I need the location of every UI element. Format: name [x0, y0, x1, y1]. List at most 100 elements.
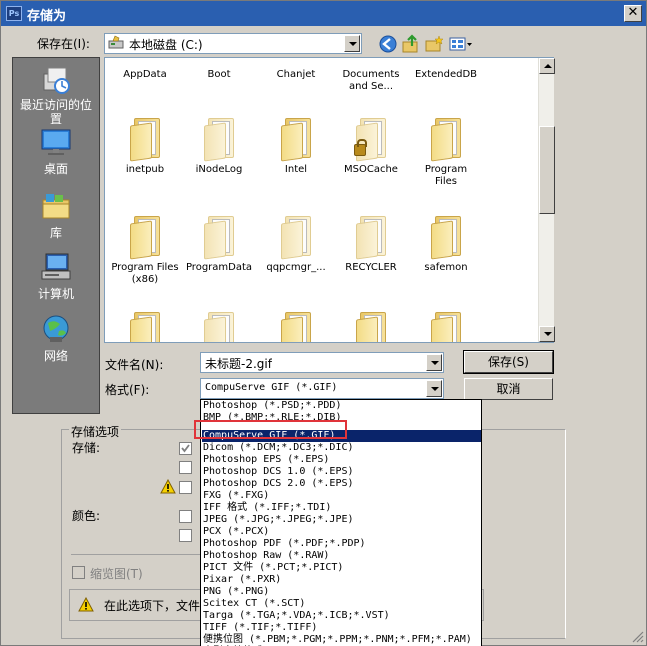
scroll-down-button[interactable]	[539, 326, 555, 342]
scroll-up-button[interactable]	[539, 58, 555, 74]
window-title: 存储为	[27, 9, 67, 24]
place-desktop[interactable]: 桌面	[13, 126, 99, 177]
format-option[interactable]: TIFF (*.TIF;*.TIFF)	[202, 622, 481, 634]
place-recent[interactable]: 最近访问的位置	[13, 64, 99, 126]
folder-icon	[202, 312, 236, 342]
cancel-button[interactable]: 取消	[464, 378, 553, 400]
folder-icon	[354, 216, 388, 260]
folder-item[interactable]: ProgramData	[179, 216, 259, 274]
file-name: Intel	[284, 164, 308, 175]
format-select[interactable]: CompuServe GIF (*.GIF)	[200, 378, 444, 399]
resize-grip-icon[interactable]	[630, 629, 644, 643]
folder-item[interactable]: Intel	[256, 118, 336, 176]
folder-item[interactable]: qqpcmgr_...	[256, 216, 336, 274]
folder-item[interactable]	[105, 312, 185, 342]
folder-item[interactable]: safemon	[406, 216, 486, 274]
format-dropdown-button[interactable]	[426, 380, 442, 397]
filename-label: 文件名(N):	[105, 358, 164, 372]
place-computer[interactable]: 计算机	[13, 251, 99, 302]
file-item[interactable]: Chanjet	[256, 69, 336, 81]
folder-item[interactable]	[331, 312, 411, 342]
save-in-value: 本地磁盘 (C:)	[129, 38, 203, 52]
format-option[interactable]: Scitex CT (*.SCT)	[202, 598, 481, 610]
folder-icon	[429, 118, 463, 162]
file-item[interactable]: Documents and Se...	[331, 69, 411, 93]
file-name: MSOCache	[344, 164, 398, 175]
locked-folder-icon	[354, 118, 388, 162]
format-option[interactable]: PNG (*.PNG)	[202, 586, 481, 598]
format-option[interactable]: Photoshop DCS 1.0 (*.EPS)	[202, 466, 481, 478]
file-list[interactable]: AppData Boot Chanjet Documents and Se...…	[104, 57, 554, 343]
format-option[interactable]: Targa (*.TGA;*.VDA;*.ICB;*.VST)	[202, 610, 481, 622]
save-checkbox-2[interactable]	[179, 461, 192, 474]
format-option[interactable]: Photoshop EPS (*.EPS)	[202, 454, 481, 466]
filename-dropdown-button[interactable]	[426, 354, 442, 371]
color-checkbox-2[interactable]	[179, 529, 192, 542]
file-name: Program Files (x86)	[111, 262, 179, 285]
format-option[interactable]: FXG (*.FXG)	[202, 490, 481, 502]
libraries-icon	[40, 190, 72, 222]
place-desktop-label: 桌面	[43, 162, 68, 176]
format-option[interactable]: JPEG (*.JPG;*.JPEG;*.JPE)	[202, 514, 481, 526]
format-option[interactable]: Pixar (*.PXR)	[202, 574, 481, 586]
folder-item[interactable]: MSOCache	[331, 118, 411, 176]
file-name: AppData	[123, 69, 167, 80]
save-checkbox-3[interactable]	[179, 481, 192, 494]
file-name: Chanjet	[276, 69, 316, 80]
file-name: ProgramData	[185, 262, 253, 273]
format-value: CompuServe GIF (*.GIF)	[205, 382, 338, 393]
file-item[interactable]: Boot	[179, 69, 259, 81]
folder-icon	[279, 216, 313, 260]
filename-value: 未标题-2.gif	[205, 357, 272, 371]
view-menu-icon[interactable]	[448, 34, 474, 54]
folder-item[interactable]: Program Files	[406, 118, 486, 188]
format-option[interactable]: Photoshop (*.PSD;*.PDD)	[202, 400, 481, 412]
folder-item[interactable]	[179, 312, 259, 342]
file-name: Documents and Se...	[342, 69, 400, 92]
file-name: ExtendedDB	[414, 69, 478, 80]
title-bar[interactable]: Ps 存储为 ✕	[1, 1, 646, 26]
filename-input[interactable]: 未标题-2.gif	[200, 352, 444, 373]
up-folder-icon[interactable]	[401, 34, 421, 54]
folder-item[interactable]	[256, 312, 336, 342]
file-list-scrollbar[interactable]	[538, 58, 555, 342]
save-checkbox-1[interactable]	[179, 442, 192, 455]
folder-item[interactable]: RECYCLER	[331, 216, 411, 274]
format-option[interactable]: 便携位图 (*.PBM;*.PGM;*.PPM;*.PNM;*.PFM;*.PA…	[202, 634, 481, 646]
format-option[interactable]: Photoshop DCS 2.0 (*.EPS)	[202, 478, 481, 490]
place-computer-label: 计算机	[37, 287, 74, 301]
file-item[interactable]: AppData	[105, 69, 185, 81]
place-libraries[interactable]: 库	[13, 190, 99, 241]
format-option[interactable]: Dicom (*.DCM;*.DC3;*.DIC)	[202, 442, 481, 454]
save-in-dropdown-button[interactable]	[344, 35, 360, 52]
file-item[interactable]: ExtendedDB	[406, 69, 486, 81]
color-checkbox-1[interactable]	[179, 510, 192, 523]
place-network[interactable]: 网络	[13, 313, 99, 364]
folder-icon	[128, 312, 162, 342]
scroll-thumb[interactable]	[539, 126, 555, 214]
highlight-annotation-box	[194, 420, 347, 439]
back-icon[interactable]	[378, 34, 398, 54]
format-option[interactable]: Photoshop PDF (*.PDF;*.PDP)	[202, 538, 481, 550]
folder-item[interactable]	[406, 312, 486, 342]
folder-item[interactable]: inetpub	[105, 118, 185, 176]
file-name: RECYCLER	[345, 262, 397, 273]
close-button[interactable]: ✕	[624, 5, 642, 22]
file-name: Program Files	[424, 164, 468, 187]
place-network-label: 网络	[43, 349, 68, 363]
folder-icon	[128, 216, 162, 260]
format-option[interactable]: PICT 文件 (*.PCT;*.PICT)	[202, 562, 481, 574]
save-in-combo[interactable]: 本地磁盘 (C:)	[104, 33, 362, 54]
format-option[interactable]: PCX (*.PCX)	[202, 526, 481, 538]
folder-item[interactable]: iNodeLog	[179, 118, 259, 176]
new-folder-icon[interactable]	[424, 34, 444, 54]
format-option[interactable]: IFF 格式 (*.IFF;*.TDI)	[202, 502, 481, 514]
folder-item[interactable]: Program Files (x86)	[105, 216, 185, 286]
format-option[interactable]: Photoshop Raw (*.RAW)	[202, 550, 481, 562]
folder-icon	[429, 216, 463, 260]
save-label: 存储:	[72, 441, 101, 455]
color-label: 颜色:	[72, 509, 101, 523]
thumbnail-checkbox[interactable]	[72, 566, 85, 579]
save-button[interactable]: 保存(S)	[463, 350, 554, 374]
save-in-label: 保存在(I):	[37, 37, 90, 51]
